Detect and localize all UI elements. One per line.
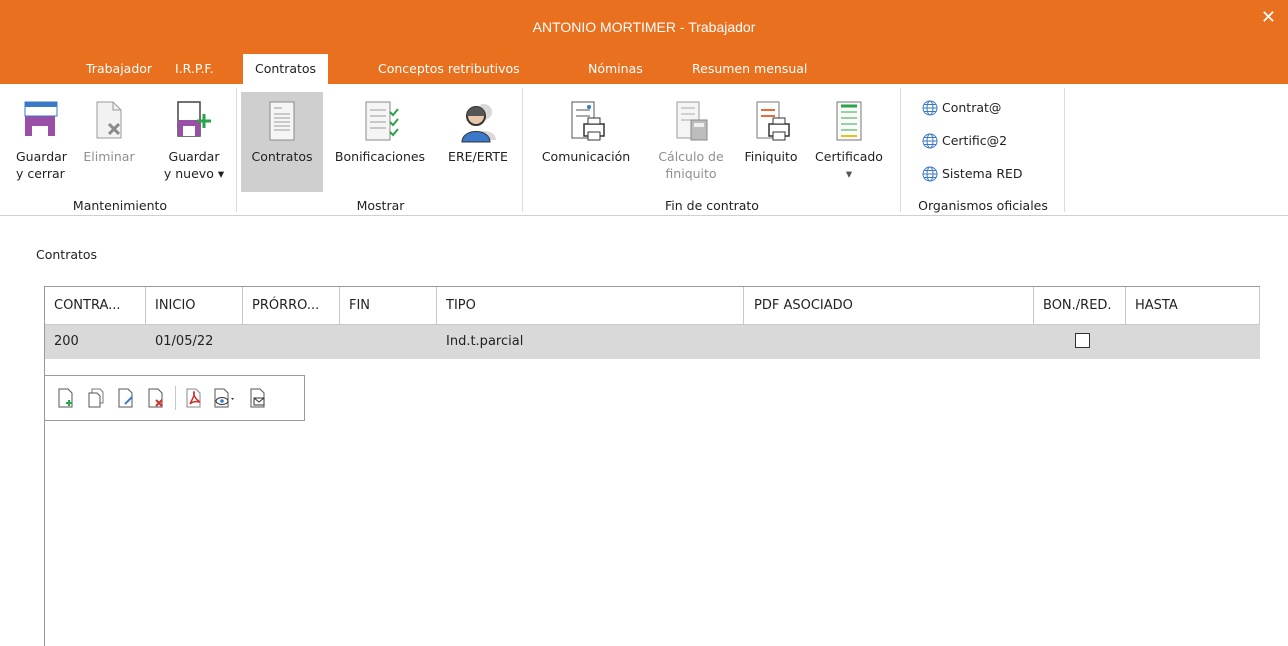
contrata-link[interactable]: Contrat@ xyxy=(922,100,1001,116)
group-separator xyxy=(522,88,523,212)
tab-resumen-mensual[interactable]: Resumen mensual xyxy=(692,61,807,76)
certificado-button[interactable]: Certificado ▾ xyxy=(808,98,890,182)
bonificaciones-button[interactable]: Bonificaciones xyxy=(326,98,434,165)
delete-document-icon xyxy=(96,101,122,139)
finiquito-button[interactable]: Finiquito xyxy=(732,98,810,165)
certifica2-link[interactable]: Certific@2 xyxy=(922,133,1007,149)
column-header-prorroga[interactable]: PRÓRRO... xyxy=(243,287,340,325)
new-document-icon[interactable] xyxy=(57,388,75,408)
group-label-organismos: Organismos oficiales xyxy=(918,198,1048,213)
bonus-checklist-icon xyxy=(365,101,399,141)
contracts-grid: CONTRA... INICIO PRÓRRO... FIN TIPO PDF … xyxy=(44,286,1260,646)
edit-document-icon[interactable] xyxy=(117,388,135,408)
grid-header: CONTRA... INICIO PRÓRRO... FIN TIPO PDF … xyxy=(45,287,1260,325)
title-bar: ANTONIO MORTIMER - Trabajador ✕ xyxy=(0,0,1288,54)
comunicacion-button[interactable]: Comunicación xyxy=(533,98,639,165)
guardar-cerrar-button[interactable]: Guardar y cerrar xyxy=(16,98,72,182)
bon-red-checkbox[interactable] xyxy=(1075,333,1090,348)
ere-erte-button[interactable]: ERE/ERTE xyxy=(440,98,516,165)
save-new-icon xyxy=(177,101,211,137)
print-document-icon xyxy=(571,101,605,141)
column-header-pdf[interactable]: PDF ASOCIADO xyxy=(744,287,1034,325)
group-label-mostrar: Mostrar xyxy=(356,198,405,213)
tab-conceptos-retributivos[interactable]: Conceptos retributivos xyxy=(378,61,520,76)
group-separator xyxy=(236,88,237,212)
window-title: ANTONIO MORTIMER - Trabajador xyxy=(532,19,756,35)
cell-inicio: 01/05/22 xyxy=(155,334,214,349)
globe-icon xyxy=(922,133,938,149)
globe-icon xyxy=(922,100,938,116)
save-close-icon xyxy=(24,101,58,136)
group-label-fin-contrato: Fin de contrato xyxy=(665,198,759,213)
table-row[interactable]: 200 01/05/22 Ind.t.parcial xyxy=(45,325,1260,359)
column-header-tipo[interactable]: TIPO xyxy=(437,287,744,325)
calculo-finiquito-button[interactable]: Cálculo de finiquito xyxy=(645,98,737,182)
row-toolbar xyxy=(45,375,305,421)
tab-irpf[interactable]: I.R.P.F. xyxy=(175,61,214,76)
column-header-fin[interactable]: FIN xyxy=(340,287,437,325)
tab-nominas[interactable]: Nóminas xyxy=(588,61,643,76)
send-document-icon[interactable] xyxy=(249,388,267,408)
ribbon-tabs: Trabajador I.R.P.F. Contratos Conceptos … xyxy=(0,54,1288,84)
column-header-contrato[interactable]: CONTRA... xyxy=(45,287,146,325)
close-button[interactable]: ✕ xyxy=(1261,9,1276,27)
calculator-document-icon xyxy=(676,101,708,141)
ribbon: Guardar y cerrar Eliminar Guardar y nuev… xyxy=(0,84,1288,216)
tab-contratos[interactable]: Contratos xyxy=(243,54,329,84)
delete-document-icon[interactable] xyxy=(147,388,165,408)
certificate-icon xyxy=(836,101,862,141)
person-icon xyxy=(461,104,496,143)
group-separator xyxy=(900,88,901,212)
column-header-hasta[interactable]: HASTA xyxy=(1126,287,1260,325)
guardar-nuevo-button[interactable]: Guardar y nuevo ▾ xyxy=(161,98,227,182)
sistema-red-link[interactable]: Sistema RED xyxy=(922,166,1023,182)
eliminar-button[interactable]: Eliminar xyxy=(80,98,138,165)
print-settlement-icon xyxy=(756,101,790,141)
contratos-button[interactable]: Contratos xyxy=(241,92,323,192)
column-header-bon-red[interactable]: BON./RED. xyxy=(1034,287,1126,325)
column-header-inicio[interactable]: INICIO xyxy=(146,287,243,325)
view-dropdown-icon[interactable] xyxy=(213,388,237,408)
pdf-icon[interactable] xyxy=(185,388,203,408)
globe-icon xyxy=(922,166,938,182)
group-label-mantenimiento: Mantenimiento xyxy=(72,198,168,213)
tab-trabajador[interactable]: Trabajador xyxy=(86,61,152,76)
toolbar-separator xyxy=(175,386,176,410)
cell-tipo: Ind.t.parcial xyxy=(446,334,524,349)
group-separator xyxy=(1064,88,1065,212)
contracts-document-icon xyxy=(269,101,295,141)
section-title: Contratos xyxy=(36,247,98,262)
cell-contrato: 200 xyxy=(54,334,79,349)
copy-document-icon[interactable] xyxy=(87,388,105,408)
